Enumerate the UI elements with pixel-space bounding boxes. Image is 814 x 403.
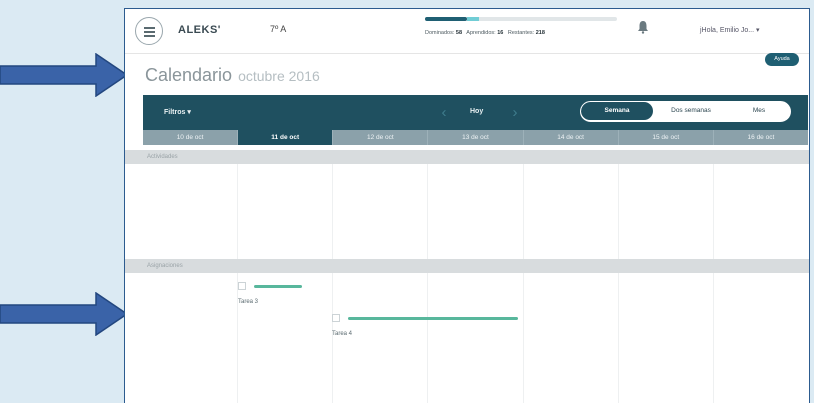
- filters-dropdown[interactable]: Filtros ▾: [164, 108, 191, 116]
- help-button[interactable]: Ayuda: [765, 53, 799, 66]
- task-duration-bar: [348, 317, 518, 320]
- day-header[interactable]: 12 de oct: [333, 130, 429, 145]
- top-bar: ALEKS' 7º A Dominados: 58 Aprendidos: 16…: [125, 9, 809, 54]
- day-cell[interactable]: [714, 273, 808, 403]
- task-duration-bar: [254, 285, 302, 288]
- day-cell[interactable]: [524, 273, 619, 403]
- day-cell[interactable]: [524, 164, 619, 259]
- day-cell[interactable]: [428, 273, 524, 403]
- progress-summary[interactable]: Dominados: 58 Aprendidos: 16 Restantes: …: [425, 17, 617, 36]
- task-checkbox[interactable]: [238, 282, 246, 290]
- today-button[interactable]: Hoy: [470, 108, 483, 115]
- progress-bar: [425, 17, 617, 21]
- progress-fill-learned: [467, 17, 479, 21]
- day-cell[interactable]: [143, 273, 239, 403]
- view-two-weeks-option[interactable]: Dos semanas: [653, 102, 729, 120]
- class-name[interactable]: 7º A: [270, 24, 286, 34]
- day-cell[interactable]: [143, 164, 239, 259]
- activities-grid: [143, 164, 808, 259]
- current-month: octubre 2016: [238, 68, 320, 84]
- day-cell[interactable]: [333, 273, 429, 403]
- aleks-window: ALEKS' 7º A Dominados: 58 Aprendidos: 16…: [124, 8, 810, 403]
- user-menu[interactable]: jHola, Emilio Jo... ▾: [700, 26, 760, 34]
- day-cell[interactable]: [619, 273, 714, 403]
- menu-icon[interactable]: [135, 17, 163, 45]
- section-header-assignments: Asignaciones: [125, 259, 809, 273]
- day-cell[interactable]: [333, 164, 429, 259]
- day-header-selected[interactable]: 11 de oct: [238, 130, 334, 145]
- chevron-left-icon[interactable]: ‹: [437, 104, 451, 121]
- task-checkbox[interactable]: [332, 314, 340, 322]
- day-header[interactable]: 15 de oct: [618, 130, 714, 145]
- day-cell[interactable]: [619, 164, 714, 259]
- progress-fill-mastered: [425, 17, 468, 21]
- aleks-logo: ALEKS': [178, 24, 221, 36]
- pointer-arrow-icon: [0, 53, 128, 97]
- day-cell[interactable]: [714, 164, 808, 259]
- progress-stats: Dominados: 58 Aprendidos: 16 Restantes: …: [425, 30, 545, 36]
- view-week-option[interactable]: Semana: [581, 102, 653, 120]
- assignments-grid: [143, 273, 808, 403]
- chevron-right-icon[interactable]: ›: [508, 104, 522, 121]
- day-header-row: 10 de oct 11 de oct 12 de oct 13 de oct …: [143, 130, 808, 145]
- day-header[interactable]: 14 de oct: [523, 130, 619, 145]
- calendar-toolbar: Filtros ▾ ‹ Hoy › Semana Dos semanas Mes: [143, 95, 808, 130]
- page-title: Calendario octubre 2016: [145, 65, 320, 85]
- section-header-activities: Actividades: [125, 150, 809, 164]
- day-header[interactable]: 10 de oct: [143, 130, 239, 145]
- day-cell[interactable]: [238, 164, 334, 259]
- day-header[interactable]: 16 de oct: [713, 130, 808, 145]
- view-toggle: Semana Dos semanas Mes: [580, 101, 791, 122]
- day-cell[interactable]: [428, 164, 524, 259]
- bell-icon[interactable]: [637, 20, 649, 34]
- pointer-arrow-icon: [0, 292, 128, 336]
- day-cell[interactable]: [238, 273, 334, 403]
- task-label: Tarea 3: [238, 299, 259, 305]
- task-label: Tarea 4: [332, 331, 353, 337]
- view-month-option[interactable]: Mes: [729, 102, 789, 120]
- day-header[interactable]: 13 de oct: [428, 130, 524, 145]
